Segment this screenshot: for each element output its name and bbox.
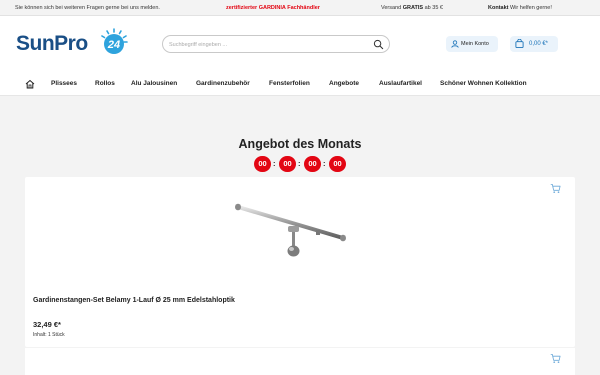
add-to-cart-icon[interactable] xyxy=(550,183,561,194)
contact-label[interactable]: Kontakt xyxy=(488,5,508,11)
certified-dealer-text: zertifizierter GARDINIA Fachhändler xyxy=(226,5,320,11)
shopping-bag-icon xyxy=(515,39,524,48)
product-card[interactable]: Gardinenstangen-Set Belamy 1-Lauf Ø 25 m… xyxy=(25,177,575,347)
search-input[interactable] xyxy=(169,39,369,50)
countdown-hours: 00 xyxy=(279,156,296,172)
home-icon[interactable] xyxy=(25,79,35,89)
cart-total: 0,00 €* xyxy=(529,40,549,47)
shipping-prefix: Versand xyxy=(381,5,403,11)
account-button[interactable]: Mein Konto xyxy=(446,36,498,52)
product-image[interactable] xyxy=(230,193,350,263)
nav-item-auslaufartikel[interactable]: Auslaufartikel xyxy=(379,80,422,87)
countdown-seconds: 00 xyxy=(329,156,346,172)
nav-item-gardinenzubehoer[interactable]: Gardinenzubehör xyxy=(196,80,250,87)
product-card[interactable] xyxy=(25,348,575,375)
logo-badge: 24 xyxy=(107,39,120,51)
countdown-separator: : xyxy=(298,159,301,168)
contact-info[interactable]: Kontakt Wir helfen gerne! xyxy=(488,5,552,11)
top-info-bar: Sie können sich bei weiteren Fragen gern… xyxy=(0,0,600,16)
nav-item-fensterfolien[interactable]: Fensterfolien xyxy=(269,80,310,87)
site-header: SunPro 24 Mein Konto xyxy=(0,16,600,72)
nav-item-angebote[interactable]: Angebote xyxy=(329,80,359,87)
main-navigation: Plissees Rollos Alu Jalousinen Gardinenz… xyxy=(0,72,600,96)
product-title[interactable]: Gardinenstangen-Set Belamy 1-Lauf Ø 25 m… xyxy=(33,297,235,304)
cart-button[interactable]: 0,00 €* xyxy=(510,36,558,52)
countdown-minutes: 00 xyxy=(304,156,321,172)
help-text: Sie können sich bei weiteren Fragen gern… xyxy=(15,5,160,11)
countdown-days: 00 xyxy=(254,156,271,172)
add-to-cart-icon[interactable] xyxy=(550,353,561,364)
search-icon[interactable] xyxy=(373,39,384,50)
product-price: 32,49 €* xyxy=(33,320,61,329)
product-unit: Inhalt: 1 Stück xyxy=(33,332,65,338)
account-label: Mein Konto xyxy=(461,41,489,47)
search-bar[interactable] xyxy=(162,35,390,53)
sun-logo-icon: 24 xyxy=(101,28,128,54)
shipping-suffix: ab 35 € xyxy=(423,5,443,11)
contact-text: Wir helfen gerne! xyxy=(508,5,552,11)
countdown-separator: : xyxy=(273,159,276,168)
offer-title: Angebot des Monats xyxy=(238,137,362,151)
countdown-separator: : xyxy=(323,159,326,168)
nav-item-alu-jalousinen[interactable]: Alu Jalousinen xyxy=(131,80,177,87)
nav-item-rollos[interactable]: Rollos xyxy=(95,80,115,87)
shipping-free-label: GRATIS xyxy=(402,5,424,11)
user-icon xyxy=(451,40,459,48)
nav-item-plissees[interactable]: Plissees xyxy=(51,80,77,87)
logo[interactable]: SunPro 24 xyxy=(16,26,131,60)
nav-item-schoener-wohnen[interactable]: Schöner Wohnen Kollektion xyxy=(440,80,527,87)
shipping-info: Versand GRATIS ab 35 € xyxy=(381,5,443,11)
logo-wordmark: SunPro xyxy=(16,32,88,55)
